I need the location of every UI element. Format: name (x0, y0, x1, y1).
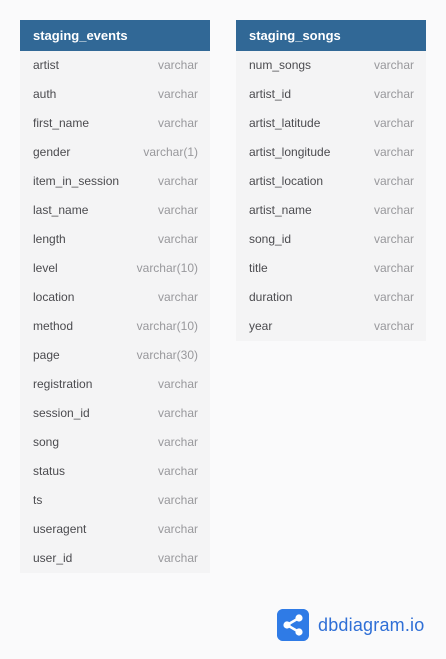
column-name: artist_id (249, 87, 292, 101)
table-row[interactable]: num_songs varchar (236, 51, 426, 80)
table-staging-songs[interactable]: staging_songs num_songs varchar artist_id v… (236, 20, 426, 341)
column-type: varchar (157, 493, 198, 507)
table-row[interactable]: useragent varchar (20, 515, 210, 544)
column-name: artist (33, 58, 60, 72)
column-type: varchar (157, 377, 198, 391)
table-row[interactable]: user_id varchar (20, 544, 210, 573)
table-header[interactable]: staging_songs (236, 20, 426, 51)
table-row[interactable]: session_id varchar (20, 399, 210, 428)
table-row[interactable]: item_in_session varchar (20, 167, 210, 196)
column-type: varchar (157, 551, 198, 565)
column-name: length (33, 232, 66, 246)
column-name: item_in_session (33, 174, 120, 188)
brand-name: dbdiagram.io (318, 614, 425, 635)
column-type: varchar (157, 58, 198, 72)
column-type: varchar (157, 87, 198, 101)
table-row[interactable]: song_id varchar (236, 225, 426, 254)
column-name: song_id (249, 232, 292, 246)
column-type: varchar (157, 116, 198, 130)
column-name: num_songs (249, 58, 312, 72)
table-row[interactable]: first_name varchar (20, 109, 210, 138)
column-type: varchar(10) (136, 261, 198, 275)
column-type: varchar (373, 319, 414, 333)
column-name: registration (33, 377, 93, 391)
column-name: location (33, 290, 75, 304)
column-type: varchar (157, 522, 198, 536)
column-name: last_name (33, 203, 89, 217)
column-name: method (33, 319, 74, 333)
column-name: artist_latitude (249, 116, 321, 130)
column-type: varchar (157, 203, 198, 217)
column-name: year (249, 319, 273, 333)
column-type: varchar (373, 87, 414, 101)
column-type: varchar (157, 435, 198, 449)
column-name: ts (33, 493, 43, 507)
table-row[interactable]: artist_location varchar (236, 167, 426, 196)
table-row[interactable]: location varchar (20, 283, 210, 312)
table-row[interactable]: duration varchar (236, 283, 426, 312)
table-row[interactable]: level varchar(10) (20, 254, 210, 283)
table-row[interactable]: gender varchar(1) (20, 138, 210, 167)
column-name: page (33, 348, 60, 362)
table-row[interactable]: status varchar (20, 457, 210, 486)
column-type: varchar(30) (136, 348, 198, 362)
table-row[interactable]: ts varchar (20, 486, 210, 515)
column-type: varchar (157, 232, 198, 246)
table-row[interactable]: title varchar (236, 254, 426, 283)
column-name: session_id (33, 406, 90, 420)
column-type: varchar (373, 116, 414, 130)
column-type: varchar (157, 406, 198, 420)
column-type: varchar(1) (143, 145, 198, 159)
table-row[interactable]: artist_id varchar (236, 80, 426, 109)
table-row[interactable]: year varchar (236, 312, 426, 341)
column-type: varchar (373, 174, 414, 188)
table-row[interactable]: registration varchar (20, 370, 210, 399)
table-row[interactable]: method varchar(10) (20, 312, 210, 341)
column-type: varchar (373, 261, 414, 275)
column-name: user_id (33, 551, 73, 565)
column-type: varchar (157, 290, 198, 304)
column-name: status (33, 464, 66, 478)
column-name: first_name (33, 116, 90, 130)
table-row[interactable]: artist varchar (20, 51, 210, 80)
column-list: num_songs varchar artist_id varchar artist_l… (236, 51, 426, 341)
column-type: varchar (157, 464, 198, 478)
column-name: artist_longitude (249, 145, 331, 159)
column-name: duration (249, 290, 293, 304)
column-name: artist_name (249, 203, 312, 217)
table-row[interactable]: artist_name varchar (236, 196, 426, 225)
table-row[interactable]: page varchar(30) (20, 341, 210, 370)
table-row[interactable]: auth varchar (20, 80, 210, 109)
column-name: song (33, 435, 60, 449)
table-row[interactable]: artist_latitude varchar (236, 109, 426, 138)
column-type: varchar (373, 58, 414, 72)
column-list: artist varchar auth varchar first_name varcha… (20, 51, 210, 573)
column-type: varchar (373, 203, 414, 217)
table-row[interactable]: artist_longitude varchar (236, 138, 426, 167)
share-nodes-icon (277, 609, 309, 641)
column-type: varchar(10) (136, 319, 198, 333)
column-name: gender (33, 145, 71, 159)
table-staging-events[interactable]: staging_events artist varchar auth varchar f… (20, 20, 210, 573)
table-header[interactable]: staging_events (20, 20, 210, 51)
column-name: artist_location (249, 174, 324, 188)
brand-logo[interactable]: dbdiagram.io (277, 609, 424, 641)
column-type: varchar (373, 232, 414, 246)
column-type: varchar (373, 145, 414, 159)
table-row[interactable]: last_name varchar (20, 196, 210, 225)
column-type: varchar (157, 174, 198, 188)
table-row[interactable]: song varchar (20, 428, 210, 457)
column-name: useragent (33, 522, 87, 536)
column-name: auth (33, 87, 57, 101)
column-name: title (249, 261, 268, 275)
column-name: level (33, 261, 58, 275)
table-row[interactable]: length varchar (20, 225, 210, 254)
column-type: varchar (373, 290, 414, 304)
